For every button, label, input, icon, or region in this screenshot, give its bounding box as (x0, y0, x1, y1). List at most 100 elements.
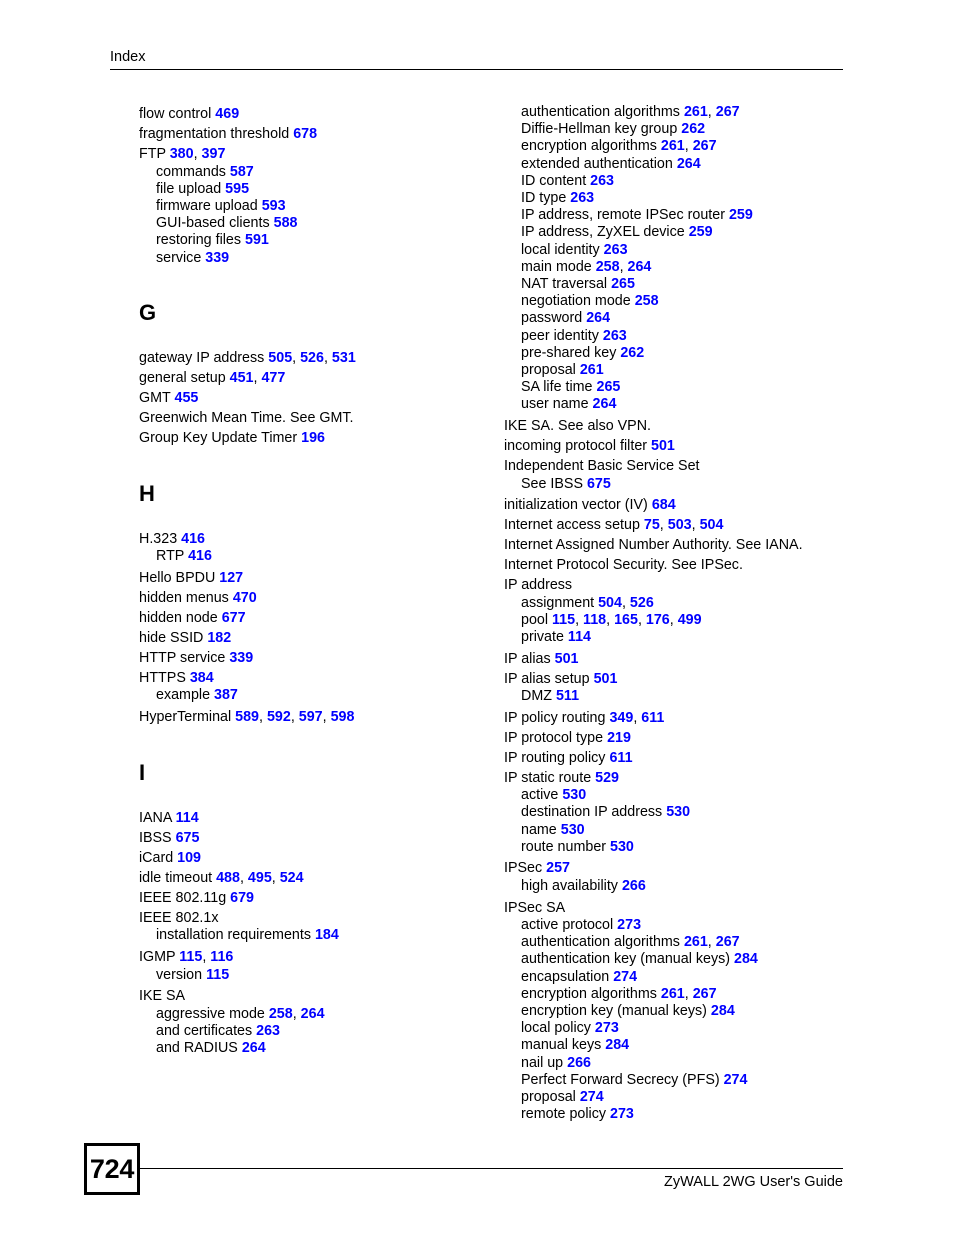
page-reference[interactable]: 267 (716, 104, 740, 120)
page-reference[interactable]: 118 (583, 612, 606, 628)
page-reference[interactable]: 591 (245, 232, 269, 248)
page-reference[interactable]: 266 (622, 878, 646, 894)
page-reference[interactable]: 257 (546, 860, 570, 876)
page-reference[interactable]: 469 (215, 106, 239, 122)
page-reference[interactable]: 384 (190, 670, 214, 686)
page-reference[interactable]: 477 (261, 370, 285, 386)
page-reference[interactable]: 284 (711, 1003, 735, 1019)
page-reference[interactable]: 261 (661, 986, 685, 1002)
page-reference[interactable]: 677 (222, 610, 246, 626)
page-reference[interactable]: 455 (175, 390, 199, 406)
page-reference[interactable]: 267 (693, 986, 717, 1002)
page-reference[interactable]: 598 (331, 709, 355, 725)
page-reference[interactable]: 114 (176, 810, 199, 826)
page-reference[interactable]: 165 (614, 612, 638, 628)
page-reference[interactable]: 274 (613, 969, 637, 985)
page-reference[interactable]: 274 (724, 1072, 748, 1088)
page-reference[interactable]: 115 (552, 612, 575, 628)
page-reference[interactable]: 501 (594, 671, 618, 687)
page-reference[interactable]: 526 (630, 595, 654, 611)
page-reference[interactable]: 116 (210, 949, 233, 965)
page-reference[interactable]: 678 (293, 126, 317, 142)
page-reference[interactable]: 416 (181, 531, 205, 547)
page-reference[interactable]: 259 (729, 207, 753, 223)
page-reference[interactable]: 597 (299, 709, 323, 725)
page-reference[interactable]: 504 (700, 517, 724, 533)
page-reference[interactable]: 593 (262, 198, 286, 214)
page-reference[interactable]: 258 (635, 293, 659, 309)
page-reference[interactable]: 261 (661, 138, 685, 154)
page-reference[interactable]: 499 (678, 612, 702, 628)
page-reference[interactable]: 488 (216, 870, 240, 886)
page-reference[interactable]: 219 (607, 730, 631, 746)
page-reference[interactable]: 263 (604, 242, 628, 258)
page-reference[interactable]: 263 (256, 1023, 280, 1039)
page-reference[interactable]: 503 (668, 517, 692, 533)
page-reference[interactable]: 127 (219, 570, 243, 586)
page-reference[interactable]: 265 (611, 276, 635, 292)
page-reference[interactable]: 592 (267, 709, 291, 725)
page-reference[interactable]: 262 (620, 345, 644, 361)
page-reference[interactable]: 196 (301, 430, 325, 446)
page-reference[interactable]: 684 (652, 497, 676, 513)
page-reference[interactable]: 284 (734, 951, 758, 967)
page-reference[interactable]: 264 (677, 156, 701, 172)
page-reference[interactable]: 267 (693, 138, 717, 154)
page-reference[interactable]: 176 (646, 612, 670, 628)
page-reference[interactable]: 470 (233, 590, 257, 606)
page-reference[interactable]: 530 (561, 822, 585, 838)
page-reference[interactable]: 274 (580, 1089, 604, 1105)
page-reference[interactable]: 595 (225, 181, 249, 197)
page-reference[interactable]: 339 (229, 650, 253, 666)
page-reference[interactable]: 675 (176, 830, 200, 846)
page-reference[interactable]: 675 (587, 476, 611, 492)
page-reference[interactable]: 261 (580, 362, 604, 378)
page-reference[interactable]: 182 (207, 630, 231, 646)
page-reference[interactable]: 495 (248, 870, 272, 886)
page-reference[interactable]: 264 (628, 259, 652, 275)
page-reference[interactable]: 261 (684, 104, 708, 120)
page-reference[interactable]: 339 (205, 250, 229, 266)
page-reference[interactable]: 526 (300, 350, 324, 366)
page-reference[interactable]: 262 (681, 121, 705, 137)
page-reference[interactable]: 679 (230, 890, 254, 906)
page-reference[interactable]: 258 (596, 259, 620, 275)
page-reference[interactable]: 115 (206, 967, 229, 983)
page-reference[interactable]: 611 (641, 710, 664, 726)
page-reference[interactable]: 511 (556, 688, 579, 704)
page-reference[interactable]: 273 (595, 1020, 619, 1036)
page-reference[interactable]: 273 (610, 1106, 634, 1122)
page-reference[interactable]: 530 (610, 839, 634, 855)
page-reference[interactable]: 529 (595, 770, 619, 786)
page-reference[interactable]: 349 (609, 710, 633, 726)
page-reference[interactable]: 451 (230, 370, 254, 386)
page-reference[interactable]: 258 (269, 1006, 293, 1022)
page-reference[interactable]: 505 (268, 350, 292, 366)
page-reference[interactable]: 263 (590, 173, 614, 189)
page-reference[interactable]: 524 (280, 870, 304, 886)
page-reference[interactable]: 265 (597, 379, 621, 395)
page-reference[interactable]: 264 (586, 310, 610, 326)
page-reference[interactable]: 387 (214, 687, 238, 703)
page-reference[interactable]: 273 (617, 917, 641, 933)
page-reference[interactable]: 264 (301, 1006, 325, 1022)
page-reference[interactable]: 261 (684, 934, 708, 950)
page-reference[interactable]: 530 (666, 804, 690, 820)
page-reference[interactable]: 75 (644, 517, 660, 533)
page-reference[interactable]: 264 (242, 1040, 266, 1056)
page-reference[interactable]: 263 (603, 328, 627, 344)
page-reference[interactable]: 115 (179, 949, 202, 965)
page-reference[interactable]: 588 (274, 215, 298, 231)
page-reference[interactable]: 397 (202, 146, 226, 162)
page-reference[interactable]: 501 (651, 438, 675, 454)
page-reference[interactable]: 263 (570, 190, 594, 206)
page-reference[interactable]: 264 (593, 396, 617, 412)
page-reference[interactable]: 109 (177, 850, 201, 866)
page-reference[interactable]: 530 (562, 787, 586, 803)
page-reference[interactable]: 267 (716, 934, 740, 950)
page-reference[interactable]: 259 (689, 224, 713, 240)
page-reference[interactable]: 587 (230, 164, 254, 180)
page-reference[interactable]: 531 (332, 350, 356, 366)
page-reference[interactable]: 266 (567, 1055, 591, 1071)
page-reference[interactable]: 501 (555, 651, 579, 667)
